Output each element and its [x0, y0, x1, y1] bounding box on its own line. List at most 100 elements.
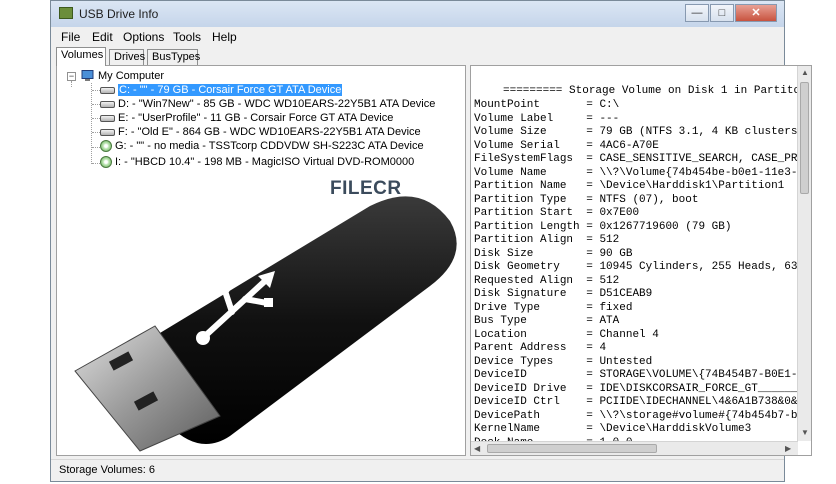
detail-value: 4AC6-A70E [599, 139, 659, 152]
detail-row: DeviceID Ctrl = PCIIDE\IDECHANNEL\4&6A1B… [474, 396, 800, 410]
detail-row: Bus Type = ATA [474, 315, 800, 329]
menu-edit[interactable]: Edit [92, 30, 113, 44]
detail-row: Partition Align = 512 [474, 234, 800, 248]
tree-item-i-drive[interactable]: I: - "HBCD 10.4" - 198 MB - MagicISO Vir… [100, 156, 414, 169]
tree-root-label[interactable]: My Computer [98, 70, 164, 83]
detail-key: KernelName [474, 423, 541, 435]
detail-key: Device Types [474, 355, 554, 368]
detail-value: CASE_SENSITIVE_SEARCH, CASE_PRESER [599, 153, 800, 165]
detail-key: Disk Geometry [474, 261, 560, 273]
tab-volumes[interactable]: Volumes [56, 47, 106, 66]
detail-key: Partition Name [474, 180, 567, 192]
scroll-right-icon[interactable]: ▶ [785, 444, 791, 453]
scroll-down-icon[interactable]: ▼ [801, 428, 809, 437]
tree-item-c-drive[interactable]: C: - "" - 79 GB - Corsair Force GT ATA D… [100, 84, 343, 97]
detail-separator: = [526, 328, 600, 341]
detail-separator: = [553, 112, 600, 125]
detail-separator: = [566, 193, 600, 206]
detail-row: Partition Name = \Device\Harddisk1\Parti… [474, 180, 800, 194]
detail-key: MountPoint [474, 99, 541, 111]
minimize-button[interactable]: — [685, 4, 709, 22]
detail-row: Location = Channel 4 [474, 329, 800, 343]
details-header: ========= Storage Volume on Disk 1 in Pa… [503, 85, 812, 97]
detail-row: Parent Address = 4 [474, 342, 800, 356]
detail-value: 512 [599, 234, 620, 246]
detail-separator: = [540, 409, 600, 422]
detail-separator: = [540, 301, 600, 314]
detail-row: DevicePath = \\?\storage#volume#{74b454b… [474, 410, 800, 424]
detail-key: Partition Start [474, 207, 574, 219]
tab-drives[interactable]: Drives [109, 49, 145, 65]
detail-separator: = [566, 180, 600, 192]
details-content: MountPoint = C:\ Volume Label = --- Volume… [474, 99, 800, 455]
usb-drive-illustration [74, 196, 457, 452]
detail-separator: = [546, 166, 600, 179]
detail-value: \Device\HarddiskVolume3 [599, 423, 752, 435]
detail-row: Volume Serial = 4AC6-A70E [474, 140, 800, 154]
tree-connector [71, 81, 72, 87]
detail-value: Channel 4 [599, 328, 659, 341]
detail-value: IDE\DISKCORSAIR_FORCE_GT__________ [599, 382, 800, 395]
tab-bustypes[interactable]: BusTypes [147, 49, 200, 65]
close-button[interactable]: ✕ [735, 4, 777, 22]
detail-key: Requested Align [474, 274, 574, 287]
menu-tools[interactable]: Tools [173, 30, 201, 44]
detail-value: 79 GB (NTFS 3.1, 4 KB clusters, 36 [599, 126, 800, 138]
detail-value: \\?\Volume{74b454be-b0e1-11e3-b3f7 [599, 166, 800, 179]
menu-file[interactable]: File [61, 30, 80, 44]
tree-connector [92, 163, 100, 164]
tree-item-g-drive[interactable]: G: - "" - no media - TSSTcorp CDDVDW SH-… [100, 140, 424, 153]
detail-value: 512 [599, 274, 620, 287]
hard-drive-icon [100, 86, 115, 94]
hard-drive-icon [100, 128, 115, 136]
tree-item-f-drive[interactable]: F: - "Old E" - 864 GB - WDC WD10EARS-22Y… [100, 126, 421, 139]
tree-connector [92, 90, 100, 91]
detail-separator: = [566, 288, 600, 300]
detail-row: Volume Size = 79 GB (NTFS 3.1, 4 KB clus… [474, 126, 800, 140]
vertical-scroll-thumb[interactable] [800, 82, 809, 194]
detail-separator: = [540, 99, 600, 111]
detail-key: FileSystemFlags [474, 153, 574, 165]
menu-help[interactable]: Help [212, 30, 237, 44]
detail-separator: = [566, 382, 600, 395]
details-horizontal-scrollbar[interactable]: ◀ ▶ [471, 441, 798, 455]
detail-key: Partition Type [474, 193, 567, 206]
details-vertical-scrollbar[interactable]: ▲ ▼ [797, 66, 811, 441]
detail-key: Volume Serial [474, 139, 560, 152]
detail-value: PCIIDE\IDECHANNEL\4&6A1B738&0&4 [599, 396, 800, 408]
horizontal-scroll-thumb[interactable] [487, 444, 657, 453]
tree-connector [92, 104, 100, 105]
scroll-up-icon[interactable]: ▲ [801, 68, 809, 77]
menu-options[interactable]: Options [123, 30, 164, 44]
tree-item-d-drive[interactable]: D: - "Win7New" - 85 GB - WDC WD10EARS-22… [100, 98, 435, 111]
detail-separator: = [573, 207, 600, 219]
detail-key: DevicePath [474, 409, 541, 422]
detail-key: Disk Signature [474, 288, 567, 300]
detail-value: \Device\Harddisk1\Partition1 [599, 180, 785, 192]
cd-drive-icon [100, 140, 112, 153]
detail-row: Disk Geometry = 10945 Cylinders, 255 Hea… [474, 261, 800, 275]
detail-key: Bus Type [474, 315, 527, 327]
tree-connector [92, 147, 100, 148]
status-text: Storage Volumes: 6 [59, 464, 156, 476]
tree-collapse-toggle[interactable]: − [67, 72, 76, 81]
details-panel[interactable]: ========= Storage Volume on Disk 1 in Pa… [470, 65, 812, 456]
detail-separator: = [579, 220, 600, 233]
detail-key: Partition Length [474, 220, 580, 233]
cd-drive-icon [100, 156, 112, 169]
detail-separator: = [559, 261, 600, 273]
detail-key: Location [474, 328, 527, 341]
tree-item-e-drive[interactable]: E: - "UserProfile" - 11 GB - Corsair For… [100, 112, 393, 125]
tree-connector [91, 83, 92, 164]
detail-value: fixed [599, 301, 633, 314]
detail-value: 90 GB [599, 247, 633, 260]
detail-value: --- [599, 112, 620, 125]
detail-key: DeviceID Drive [474, 382, 567, 395]
detail-value: 4 [599, 342, 607, 354]
detail-row: MountPoint = C:\ [474, 99, 800, 113]
title-bar[interactable]: USB Drive Info — □ ✕ [51, 1, 784, 27]
detail-separator: = [533, 247, 600, 260]
maximize-button[interactable]: □ [710, 4, 734, 22]
usb-app-icon [59, 7, 73, 19]
detail-value: D51CEAB9 [599, 288, 653, 300]
